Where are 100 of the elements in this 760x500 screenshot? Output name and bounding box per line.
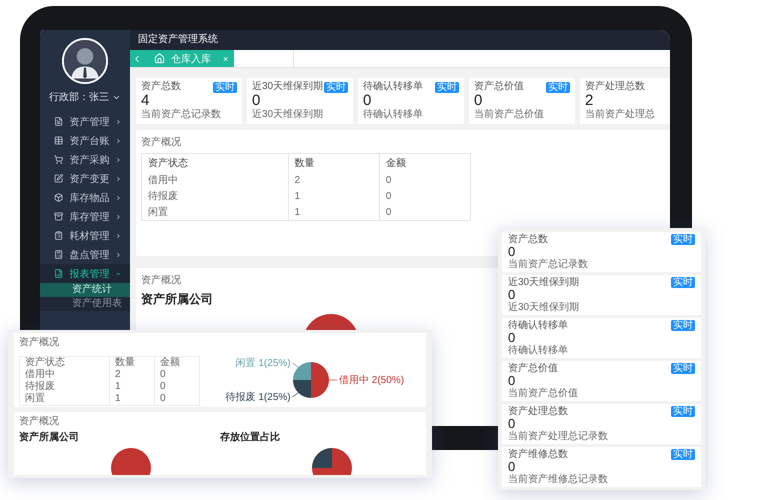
pie-drawing: [109, 446, 153, 475]
menu-icon: [54, 211, 64, 222]
badge: 实时: [671, 449, 695, 460]
pie-drawing: [310, 446, 354, 475]
menu-item[interactable]: 报表管理: [40, 264, 130, 283]
table-cell: 0: [379, 172, 470, 188]
column-header: 数量: [288, 154, 380, 172]
menu-icon: [54, 135, 64, 146]
menu-item[interactable]: 耗材管理: [40, 226, 130, 245]
card-value: 0: [508, 331, 516, 345]
chevron-icon: [115, 118, 122, 126]
user-name: 行政部：张三: [49, 90, 109, 104]
chevron-icon: [115, 250, 122, 258]
menu-item[interactable]: 库存管理: [40, 207, 130, 226]
card-caption: 当前资产总价值: [474, 109, 545, 121]
card-caption: 当前资产处理总: [585, 109, 656, 121]
menu-icon: [54, 249, 64, 260]
slice-label: 待报废 1(25%): [226, 392, 291, 403]
card-title: 资产维修总数: [508, 449, 568, 460]
card-value: 0: [508, 245, 516, 259]
card-value: 0: [363, 93, 372, 109]
card-title: 资产处理总数: [585, 81, 645, 93]
menu-item[interactable]: 资产采购: [40, 150, 130, 169]
table-cell: 1: [288, 204, 380, 220]
menu-item[interactable]: 库存物品: [40, 188, 130, 207]
badge: 实时: [671, 277, 695, 288]
badge: 实时: [324, 82, 348, 92]
card-title: 近30天维保到期: [508, 277, 580, 288]
card-title: 资产总价值: [508, 363, 558, 374]
table-cell: 0: [379, 188, 470, 204]
card-value: 0: [508, 288, 516, 302]
table-cell: 1: [288, 188, 380, 204]
badge: 实时: [671, 406, 695, 417]
table-cell: 闲置: [142, 204, 288, 220]
chevron-icon: [115, 232, 122, 240]
column-header: 数量: [110, 356, 154, 369]
slice-label: 闲置 1(25%): [236, 358, 291, 370]
chevron-icon: [115, 156, 122, 164]
chevron-icon: [115, 174, 122, 182]
card-value: 0: [252, 93, 260, 109]
card-caption: 待确认转移单: [508, 345, 569, 356]
card-caption: 当前资产处理总记录数: [508, 431, 609, 442]
card-caption: 近30天维保到期: [508, 302, 580, 313]
card-title: 资产总价值: [474, 81, 524, 93]
table-cell: 1: [110, 393, 154, 406]
badge: 实时: [671, 234, 695, 245]
card-value: 4: [141, 93, 150, 109]
chevron-icon: [115, 136, 122, 144]
back-button[interactable]: [130, 50, 144, 67]
card-value: 0: [474, 93, 482, 109]
card-caption: 当前资产总价值: [508, 388, 579, 399]
card-title: 待确认转移单: [508, 320, 568, 331]
leader-line: [292, 362, 299, 368]
submenu-item[interactable]: 资产统计: [40, 283, 130, 297]
menu-item[interactable]: 资产台账: [40, 131, 130, 150]
panel-title: 资产概况: [141, 136, 181, 149]
panel-title: 资产概况: [19, 336, 59, 349]
card-value: 0: [508, 374, 516, 388]
avatar-icon: [62, 38, 108, 84]
badge: 实时: [671, 363, 695, 374]
card-title: 待确认转移单: [363, 81, 423, 93]
table-cell: 1: [110, 381, 154, 393]
card-title: 近30天维保到期: [252, 81, 324, 93]
panel-title: 资产概况: [19, 414, 59, 428]
table-cell: 0: [154, 393, 200, 406]
slice-label: 借用中 2(50%): [339, 375, 404, 386]
table-cell: 借用中: [20, 369, 110, 381]
menu-icon: [54, 154, 64, 165]
badge: 实时: [671, 320, 695, 331]
menu-icon: [54, 116, 64, 127]
card-title: 资产总数: [508, 234, 548, 245]
home-icon: [154, 53, 165, 64]
column-header: 金额: [379, 154, 470, 172]
menu-item[interactable]: 资产变更: [40, 169, 130, 188]
table-cell: 借用中: [142, 172, 288, 188]
table-cell: 闲置: [20, 393, 110, 406]
card-value: 0: [508, 460, 516, 474]
chevron-icon: [115, 212, 122, 220]
card-title: 资产总数: [141, 81, 181, 93]
menu-item[interactable]: 盘点管理: [40, 245, 130, 264]
panel-title: 资产概况: [141, 274, 181, 287]
submenu-item[interactable]: 资产使用表: [40, 297, 130, 311]
leader-line: [292, 392, 299, 398]
card-title: 资产处理总数: [508, 406, 568, 417]
table-cell: 0: [154, 369, 200, 381]
chart-title: 资产所属公司: [19, 430, 79, 444]
card-caption: 当前资产维修总记录数: [508, 474, 609, 485]
table-cell: 待报废: [142, 188, 288, 204]
badge: 实时: [213, 82, 237, 92]
menu-item[interactable]: 资产管理: [40, 112, 130, 131]
column-header: 资产状态: [142, 154, 288, 172]
menu-icon: [54, 192, 64, 203]
menu-icon: [54, 268, 64, 279]
table-cell: 2: [288, 172, 380, 188]
card-value: 0: [508, 417, 516, 431]
table-cell: 0: [154, 381, 200, 393]
card-caption: 近30天维保到期: [252, 109, 324, 121]
card-caption: 当前资产总记录数: [141, 109, 222, 121]
chevron-icon: [115, 194, 122, 202]
badge: 实时: [435, 82, 459, 92]
